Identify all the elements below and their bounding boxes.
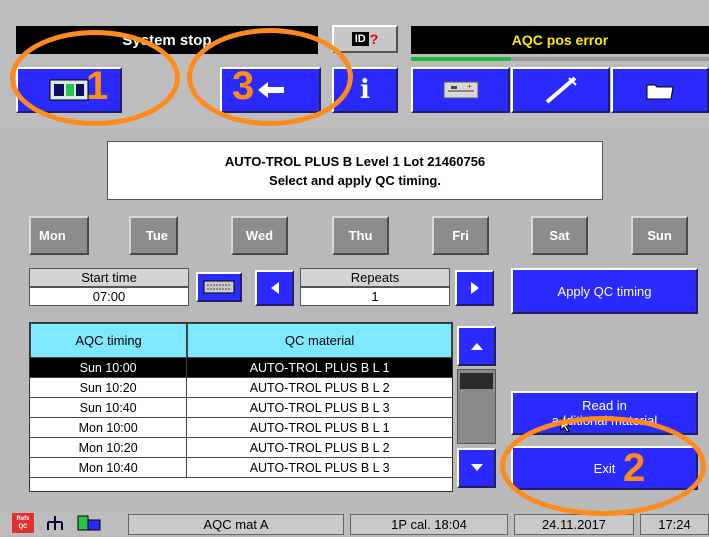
day-button-sun[interactable]: Sun — [631, 216, 688, 255]
repeats-field[interactable]: 1 — [300, 287, 450, 306]
annotation-number-2: 2 — [623, 446, 646, 490]
repeats-decrease-button[interactable] — [255, 270, 294, 306]
refs-qc-flag-icon[interactable]: Refs QC — [12, 513, 34, 533]
day-button-tue[interactable]: Tue — [129, 216, 178, 255]
day-button-thu[interactable]: Thu — [332, 216, 389, 255]
cell-material: AUTO-TROL PLUS B L 1 — [187, 418, 452, 438]
cell-material: AUTO-TROL PLUS B L 3 — [187, 398, 452, 418]
cell-timing: Sun 10:20 — [30, 378, 188, 398]
start-time-label: Start time — [29, 268, 189, 287]
date-display: 24.11.2017 — [514, 514, 634, 535]
info-icon: i — [360, 75, 370, 105]
table-row[interactable]: Sun 10:20 AUTO-TROL PLUS B L 2 — [30, 378, 452, 398]
id-label: ID — [351, 32, 369, 46]
scroll-down-button[interactable] — [457, 448, 496, 488]
error-status: AQC pos error — [411, 26, 709, 54]
scrollbar-thumb[interactable] — [460, 373, 493, 389]
cell-material: AUTO-TROL PLUS B L 2 — [187, 378, 452, 398]
column-header-timing[interactable]: AQC timing — [30, 323, 188, 358]
apply-qc-timing-button[interactable]: Apply QC timing — [511, 268, 698, 314]
table-row[interactable]: Mon 10:40 AUTO-TROL PLUS B L 3 — [30, 458, 452, 478]
network-tree-icon[interactable] — [44, 514, 66, 532]
id-button[interactable]: ID ? — [332, 25, 398, 53]
scroll-up-button[interactable] — [457, 326, 496, 366]
table-row[interactable]: Sun 10:40 AUTO-TROL PLUS B L 3 — [30, 398, 452, 418]
scrollbar-track[interactable] — [457, 369, 496, 444]
id-warning-icon: ? — [369, 31, 379, 47]
progress-track — [511, 57, 709, 61]
message-line-2: Select and apply QC timing. — [269, 173, 441, 188]
svg-text:+: + — [467, 82, 472, 91]
table-row[interactable]: Mon 10:00 AUTO-TROL PLUS B L 1 — [30, 418, 452, 438]
annotation-circle-3 — [187, 28, 353, 126]
module-icon[interactable] — [76, 514, 102, 532]
triangle-up-icon — [470, 343, 483, 350]
keyboard-button[interactable] — [196, 272, 242, 302]
folder-icon — [646, 84, 674, 100]
table-row[interactable]: Sun 10:00 AUTO-TROL PLUS B L 1 — [30, 358, 452, 378]
triangle-left-icon — [270, 282, 279, 294]
triangle-down-icon — [470, 464, 483, 471]
table-header-row: AQC timing QC material — [30, 323, 452, 358]
cell-material: AUTO-TROL PLUS B L 1 — [187, 358, 452, 378]
repeats-label: Repeats — [300, 268, 450, 287]
progress-strip — [411, 57, 511, 61]
annotation-circle-2 — [500, 416, 706, 516]
cell-timing: Sun 10:40 — [30, 398, 188, 418]
read-in-line-1: Read in — [582, 398, 627, 413]
cell-timing: Mon 10:40 — [30, 458, 188, 478]
annotation-number-3: 3 — [232, 64, 255, 108]
day-button-mon[interactable]: Mon — [29, 216, 89, 255]
annotation-number-1: 1 — [86, 64, 109, 108]
syringe-icon — [545, 76, 577, 104]
aqc-material-status: AQC mat A — [128, 514, 344, 535]
calibration-status: 1P cal. 18:04 — [350, 514, 508, 535]
message-box: AUTO-TROL PLUS B Level 1 Lot 21460756 Se… — [107, 141, 603, 200]
triangle-right-icon — [470, 282, 479, 294]
cell-timing: Sun 10:00 — [30, 358, 188, 378]
cell-material: AUTO-TROL PLUS B L 3 — [187, 458, 452, 478]
cell-timing: Mon 10:20 — [30, 438, 188, 458]
folder-button[interactable] — [611, 67, 709, 113]
message-line-1: AUTO-TROL PLUS B Level 1 Lot 21460756 — [224, 154, 486, 169]
column-header-material[interactable]: QC material — [187, 323, 452, 358]
cell-material: AUTO-TROL PLUS B L 2 — [187, 438, 452, 458]
device-icon: + — [443, 81, 478, 99]
cell-timing: Mon 10:00 — [30, 418, 188, 438]
qc-table: AQC timing QC material Sun 10:00 AUTO-TRO… — [29, 322, 453, 492]
day-button-wed[interactable]: Wed — [231, 216, 288, 255]
table-body: Sun 10:00 AUTO-TROL PLUS B L 1 Sun 10:20 AU… — [30, 358, 452, 478]
table-row[interactable]: Mon 10:20 AUTO-TROL PLUS B L 2 — [30, 438, 452, 458]
calibration-button[interactable]: + — [411, 67, 510, 113]
day-button-fri[interactable]: Fri — [432, 216, 489, 255]
time-display: 17:24 — [640, 514, 709, 535]
keyboard-icon — [203, 280, 235, 294]
syringe-button[interactable] — [511, 67, 610, 113]
repeats-increase-button[interactable] — [455, 270, 494, 306]
day-button-sat[interactable]: Sat — [531, 216, 588, 255]
start-time-field[interactable]: 07:00 — [29, 287, 189, 306]
